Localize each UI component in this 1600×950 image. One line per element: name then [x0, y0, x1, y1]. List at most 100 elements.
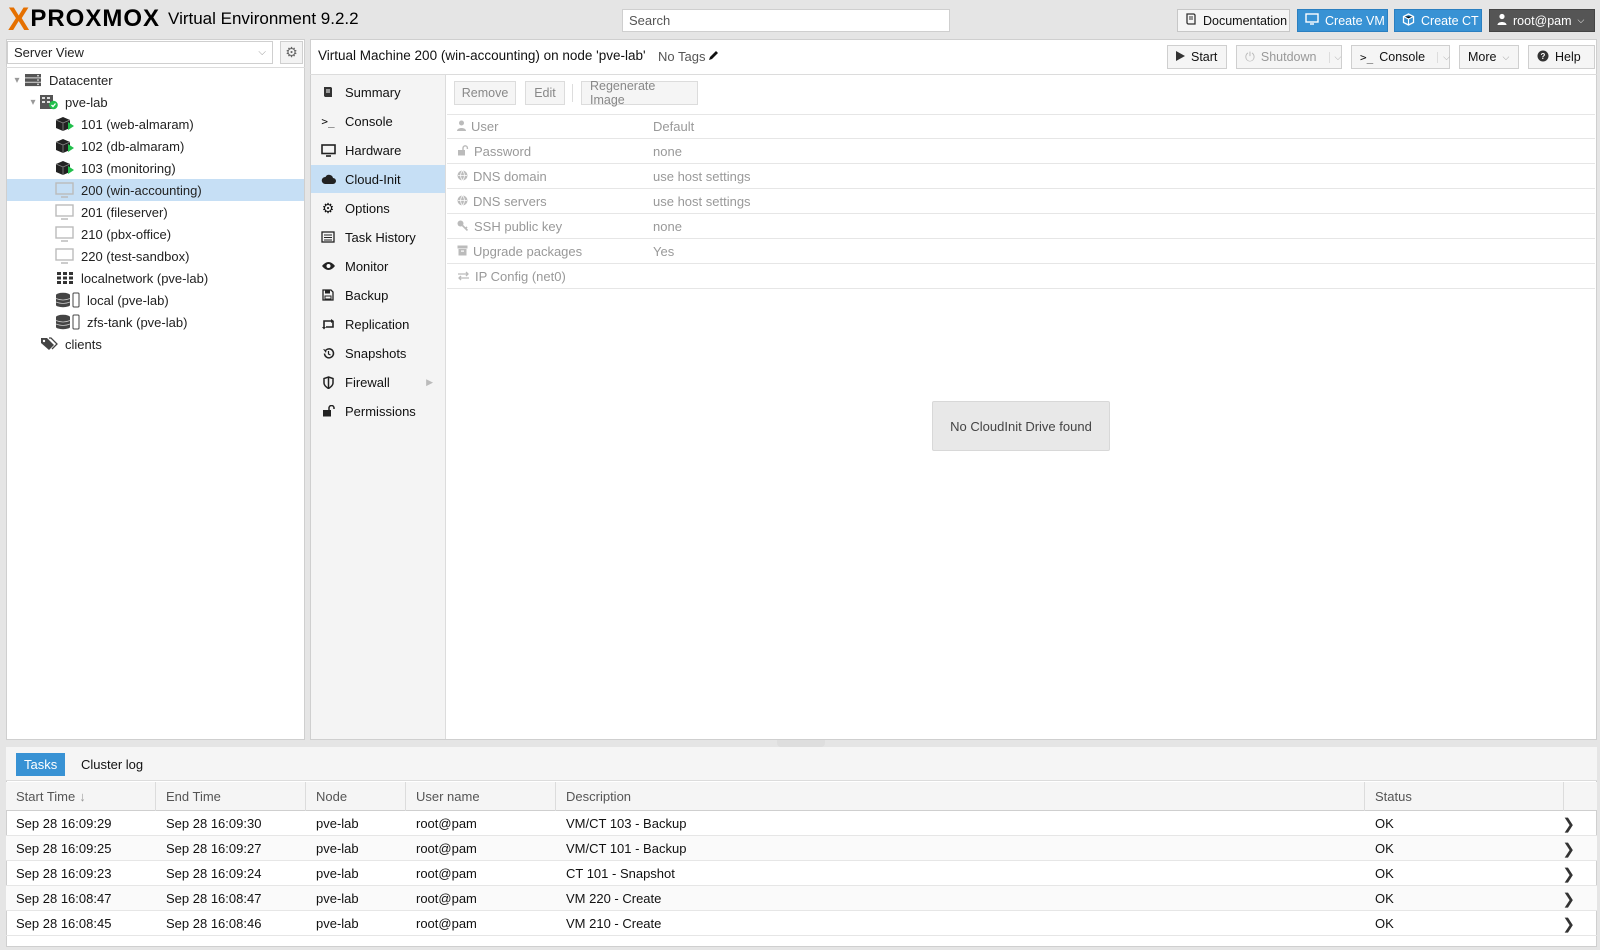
- tree-item-localnetwork[interactable]: localnetwork (pve-lab): [7, 267, 304, 289]
- product-version: Virtual Environment 9.2.2: [168, 9, 359, 28]
- regenerate-image-button[interactable]: Regenerate Image: [581, 79, 698, 107]
- title-divider: [310, 74, 1597, 75]
- tree-item-vm-220[interactable]: 220 (test-sandbox): [7, 245, 304, 267]
- nav-backup[interactable]: Backup: [311, 281, 445, 309]
- nav-monitor[interactable]: Monitor: [311, 252, 445, 280]
- prop-key: DNS domain: [473, 168, 547, 184]
- table-row[interactable]: Sep 28 16:08:47 Sep 28 16:08:47 pve-lab …: [6, 886, 1597, 911]
- documentation-button[interactable]: Documentation: [1177, 9, 1290, 32]
- table-row[interactable]: Sep 28 16:09:23 Sep 28 16:09:24 pve-lab …: [6, 861, 1597, 886]
- cell-node: pve-lab: [316, 916, 359, 931]
- tree-item-vm-210[interactable]: 210 (pbx-office): [7, 223, 304, 245]
- nav-summary[interactable]: Summary: [311, 78, 445, 106]
- tree-item-ct-101[interactable]: 101 (web-almaram): [7, 113, 304, 135]
- question-icon: ?: [1537, 50, 1549, 65]
- prop-row-password[interactable]: Password none: [447, 139, 1595, 164]
- start-button[interactable]: Start: [1167, 45, 1227, 69]
- tree-item-ct-102[interactable]: 102 (db-almaram): [7, 135, 304, 157]
- search-input[interactable]: [622, 9, 950, 32]
- nav-task-history[interactable]: Task History: [311, 223, 445, 251]
- shutdown-button[interactable]: ⏻ Shutdown ⌵: [1236, 45, 1342, 69]
- create-ct-button[interactable]: Create CT: [1394, 9, 1482, 32]
- tab-tasks[interactable]: Tasks: [16, 753, 66, 776]
- column-header-user-name[interactable]: User name: [406, 782, 556, 811]
- cell-user: root@pam: [416, 866, 477, 881]
- table-row[interactable]: Sep 28 16:09:25 Sep 28 16:09:27 pve-lab …: [6, 836, 1597, 861]
- cell-user: root@pam: [416, 916, 477, 931]
- chevron-down-icon: ⌵: [1577, 15, 1585, 25]
- tree-item-storage-zfs[interactable]: zfs-tank (pve-lab): [7, 311, 304, 333]
- table-row[interactable]: Sep 28 16:09:29 Sep 28 16:09:30 pve-lab …: [6, 811, 1597, 836]
- tags-editor[interactable]: No Tags: [658, 49, 719, 64]
- prop-key: DNS servers: [473, 193, 547, 209]
- cell-start-time: Sep 28 16:09:23: [16, 866, 112, 881]
- console-button[interactable]: >_ Console ⌵: [1351, 45, 1450, 69]
- column-header-node[interactable]: Node: [306, 782, 406, 811]
- tab-label: Tasks: [24, 757, 58, 772]
- prop-row-user[interactable]: User Default: [447, 114, 1595, 139]
- nav-hardware[interactable]: Hardware: [311, 136, 445, 164]
- logo-wordmark: PROXMOX: [30, 5, 161, 32]
- chevron-right-icon[interactable]: ❯: [1562, 886, 1575, 911]
- nav-cloud-init[interactable]: Cloud-Init: [311, 165, 445, 193]
- proxmox-logo[interactable]: X PROXMOX Virtual Environment 9.2.2: [8, 3, 359, 35]
- remove-button[interactable]: Remove: [454, 81, 516, 105]
- nav-label: Replication: [345, 316, 410, 332]
- nav-options[interactable]: ⚙ Options: [311, 194, 445, 222]
- column-header-end-time[interactable]: End Time: [156, 782, 306, 811]
- collapse-toggle-icon[interactable]: ▾: [11, 75, 23, 86]
- chevron-down-icon[interactable]: ⌵: [1437, 51, 1450, 63]
- prop-row-upgrade-packages[interactable]: Upgrade packages Yes: [447, 239, 1595, 264]
- prop-row-dns-servers[interactable]: DNS servers use host settings: [447, 189, 1595, 214]
- tree-item-ct-103[interactable]: 103 (monitoring): [7, 157, 304, 179]
- tab-cluster-log[interactable]: Cluster log: [73, 753, 151, 776]
- create-ct-label: Create CT: [1421, 13, 1479, 28]
- prop-value: none: [653, 218, 682, 234]
- vm-stopped-icon: [55, 182, 75, 198]
- tree-item-vm-201[interactable]: 201 (fileserver): [7, 201, 304, 223]
- nav-label: Snapshots: [345, 345, 407, 361]
- expand-arrow-icon[interactable]: ▶: [426, 377, 433, 388]
- network-grid-icon: [55, 270, 75, 286]
- help-button[interactable]: ? Help: [1528, 45, 1595, 69]
- nav-label: Monitor: [345, 258, 389, 274]
- prop-row-dns-domain[interactable]: DNS domain use host settings: [447, 164, 1595, 189]
- create-vm-button[interactable]: Create VM: [1297, 9, 1388, 32]
- column-header-start-time[interactable]: Start Time ↓: [6, 782, 156, 811]
- tree-item-node[interactable]: ▾ pve-lab: [7, 91, 304, 113]
- column-header-description[interactable]: Description: [556, 782, 1365, 811]
- table-row[interactable]: Sep 28 16:08:45 Sep 28 16:08:46 pve-lab …: [6, 911, 1597, 936]
- user-menu-button[interactable]: root@pam ⌵: [1489, 9, 1595, 32]
- chevron-right-icon[interactable]: ❯: [1562, 811, 1575, 836]
- prop-value: none: [653, 143, 682, 159]
- tree-settings-button[interactable]: ⚙: [280, 41, 303, 64]
- chevron-down-icon[interactable]: ⌵: [1328, 51, 1341, 63]
- tree-item-datacenter[interactable]: ▾ Datacenter: [7, 69, 304, 91]
- prop-row-ip-config[interactable]: IP Config (net0): [447, 264, 1595, 289]
- tree-item-pool-clients[interactable]: clients: [7, 333, 304, 355]
- tab-label: Cluster log: [81, 757, 144, 772]
- nav-console[interactable]: >_ Console: [311, 107, 445, 135]
- prop-row-ssh-key[interactable]: SSH public key none: [447, 214, 1595, 239]
- prop-key: Upgrade packages: [473, 243, 583, 259]
- nav-firewall[interactable]: Firewall ▶: [311, 368, 445, 396]
- chevron-right-icon[interactable]: ❯: [1562, 861, 1575, 886]
- tree-item-label: 201 (fileserver): [81, 204, 168, 220]
- nav-permissions[interactable]: Permissions: [311, 397, 445, 425]
- chevron-right-icon[interactable]: ❯: [1562, 836, 1575, 861]
- chevron-right-icon[interactable]: ❯: [1562, 911, 1575, 936]
- nav-snapshots[interactable]: Snapshots: [311, 339, 445, 367]
- view-selector[interactable]: Server View ⌵: [7, 41, 273, 64]
- edit-button[interactable]: Edit: [525, 81, 565, 105]
- more-button[interactable]: More ⌵: [1459, 45, 1519, 69]
- collapse-toggle-icon[interactable]: ▾: [27, 97, 39, 108]
- cell-description: VM 220 - Create: [566, 891, 662, 906]
- nav-replication[interactable]: Replication: [311, 310, 445, 338]
- pencil-icon[interactable]: [708, 49, 719, 64]
- column-header-status[interactable]: Status: [1365, 782, 1564, 811]
- tree-item-vm-200[interactable]: 200 (win-accounting): [7, 179, 304, 201]
- gear-icon: ⚙: [321, 199, 335, 216]
- cell-node: pve-lab: [316, 891, 359, 906]
- tree-item-storage-local[interactable]: local (pve-lab): [7, 289, 304, 311]
- panel-resize-handle[interactable]: [777, 740, 825, 747]
